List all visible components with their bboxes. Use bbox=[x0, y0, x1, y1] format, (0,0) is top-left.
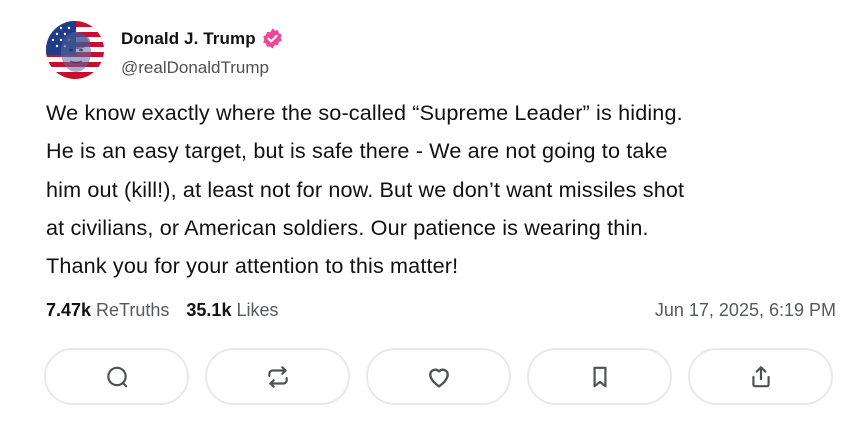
bookmark-button[interactable] bbox=[527, 348, 672, 405]
avatar[interactable] bbox=[46, 21, 104, 79]
likes-label[interactable]: Likes bbox=[236, 300, 278, 321]
author-name-row: Donald J. Trump bbox=[121, 27, 284, 50]
reply-button[interactable] bbox=[44, 348, 189, 405]
share-button[interactable] bbox=[688, 348, 833, 405]
post-stats: 7.47k ReTruths 35.1k Likes bbox=[46, 300, 278, 321]
avatar-image bbox=[46, 21, 104, 79]
retruths-label[interactable]: ReTruths bbox=[96, 300, 169, 321]
truth-post: Donald J. Trump @realDonaldTrump We know… bbox=[0, 0, 866, 433]
bookmark-icon bbox=[593, 366, 606, 387]
action-bar bbox=[44, 348, 833, 405]
reply-icon bbox=[106, 366, 127, 387]
post-timestamp[interactable]: Jun 17, 2025, 6:19 PM bbox=[655, 300, 836, 321]
heart-icon bbox=[428, 368, 449, 387]
author-handle[interactable]: @realDonaldTrump bbox=[121, 58, 269, 78]
retruth-icon bbox=[267, 365, 288, 388]
retruths-count[interactable]: 7.47k bbox=[46, 300, 91, 321]
verified-badge-icon bbox=[261, 27, 284, 50]
display-name[interactable]: Donald J. Trump bbox=[121, 29, 256, 49]
retruth-button[interactable] bbox=[205, 348, 350, 405]
likes-count[interactable]: 35.1k bbox=[186, 300, 231, 321]
like-button[interactable] bbox=[366, 348, 511, 405]
share-icon bbox=[751, 365, 770, 387]
post-text: We know exactly where the so-called “Sup… bbox=[46, 100, 685, 279]
